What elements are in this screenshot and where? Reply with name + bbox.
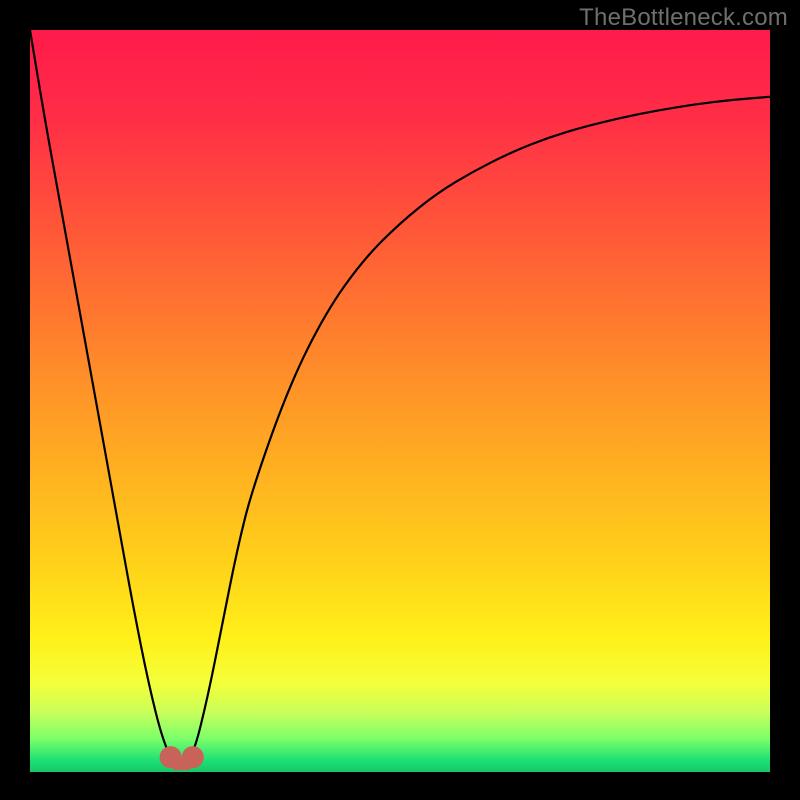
watermark-text: TheBottleneck.com bbox=[579, 4, 788, 32]
plot-area bbox=[30, 30, 770, 772]
chart-svg bbox=[30, 30, 770, 772]
marker-right bbox=[182, 746, 204, 768]
chart-frame: TheBottleneck.com bbox=[0, 0, 800, 800]
marker-left bbox=[160, 746, 182, 768]
gradient-background bbox=[30, 30, 770, 772]
